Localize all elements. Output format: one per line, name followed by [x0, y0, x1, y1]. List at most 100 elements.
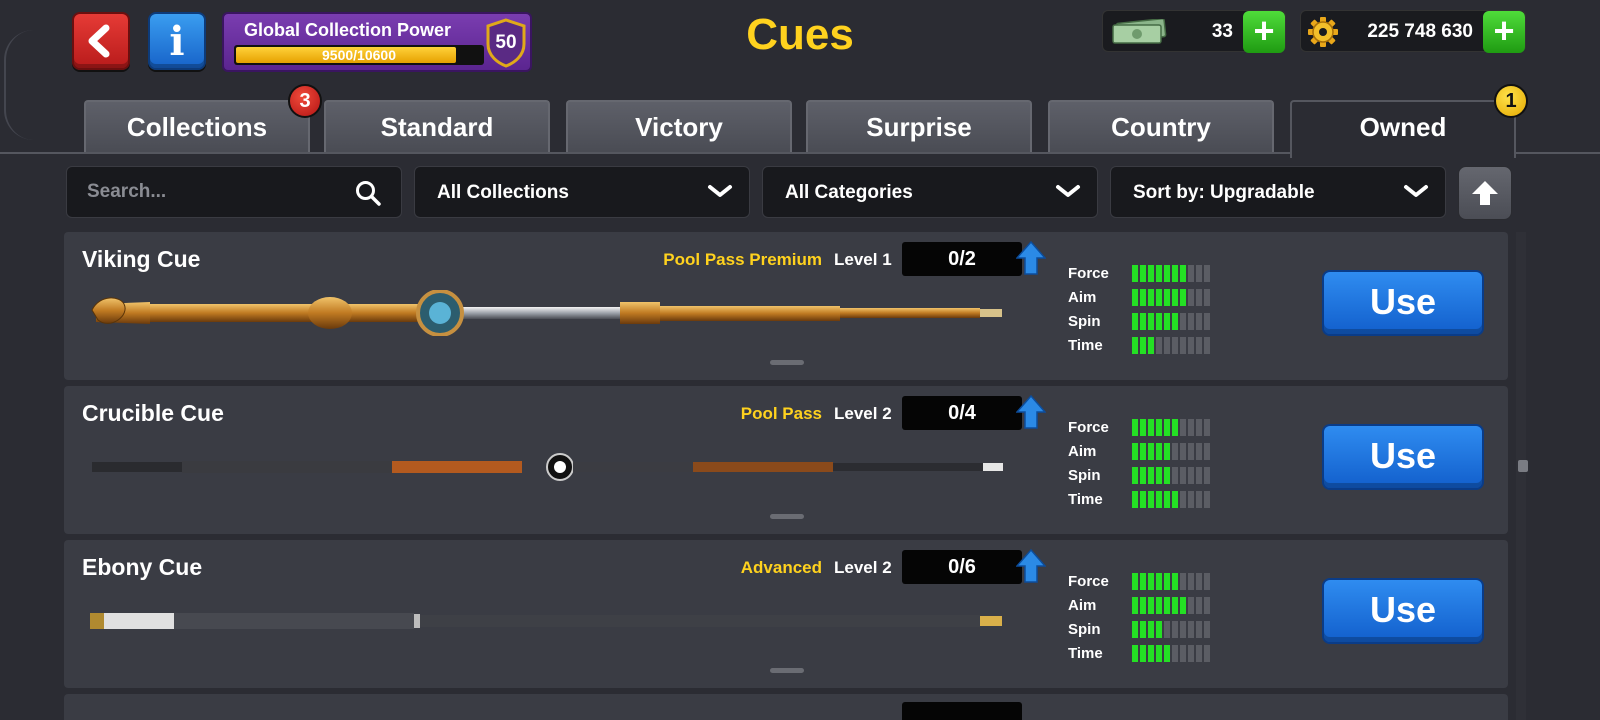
search-box — [66, 166, 402, 218]
stat-bar — [1132, 491, 1210, 508]
chevron-down-icon — [1404, 185, 1428, 197]
stat-segment — [1180, 419, 1186, 436]
stat-segment — [1188, 443, 1194, 460]
coin-counter: 225 748 630 + — [1300, 10, 1526, 53]
stat-segment — [1148, 419, 1154, 436]
sort-direction-button[interactable] — [1458, 166, 1512, 220]
tab-owned[interactable]: Owned — [1290, 100, 1516, 158]
stat-segment — [1164, 419, 1170, 436]
stat-segment — [1172, 265, 1178, 282]
categories-dropdown[interactable]: All Categories — [762, 166, 1098, 218]
add-cash-button[interactable]: + — [1243, 11, 1285, 53]
expand-handle[interactable] — [770, 514, 804, 519]
global-collection-power[interactable]: Global Collection Power 9500/10600 50 — [222, 12, 532, 72]
stat-segment — [1140, 621, 1146, 638]
stat-segment — [1180, 313, 1186, 330]
stat-label: Aim — [1068, 443, 1097, 460]
cue-card[interactable]: Ebony Cue Advanced Level 2 0/6 Force Aim — [64, 540, 1508, 688]
gcp-label: Global Collection Power — [244, 20, 452, 40]
stat-segment — [1156, 419, 1162, 436]
search-icon[interactable] — [355, 180, 381, 206]
stat-segment — [1172, 289, 1178, 306]
stat-segment — [1180, 645, 1186, 662]
upgrade-progress: 0/4 — [902, 396, 1022, 430]
stat-segment — [1148, 597, 1154, 614]
tab-standard[interactable]: Standard — [324, 100, 550, 152]
tab-label: Owned — [1359, 112, 1447, 142]
sort-dropdown-value: Sort by: Upgradable — [1133, 182, 1315, 203]
plus-icon: + — [1253, 9, 1275, 51]
tab-label: Country — [1111, 112, 1211, 142]
stat-segment — [1188, 337, 1194, 354]
stat-segment — [1196, 645, 1202, 662]
use-button[interactable]: Use — [1322, 578, 1484, 644]
stat-segment — [1188, 313, 1194, 330]
stat-segment — [1172, 491, 1178, 508]
coin-value: 225 748 630 — [1367, 21, 1473, 42]
stat-segment — [1132, 621, 1138, 638]
upgrade-arrow-icon[interactable] — [1016, 240, 1046, 276]
stat-aim: Aim — [1068, 286, 1238, 310]
scrollbar-track[interactable] — [1516, 232, 1526, 720]
cash-value: 33 — [1211, 21, 1233, 42]
stat-bar — [1132, 289, 1210, 306]
stat-segment — [1132, 443, 1138, 460]
cue-card-partial — [64, 694, 1508, 720]
stat-segment — [1204, 289, 1210, 306]
cue-card[interactable]: Viking Cue Pool Pass Premium Level 1 0/2 — [64, 232, 1508, 380]
stat-segment — [1156, 491, 1162, 508]
stat-segment — [1156, 645, 1162, 662]
upgrade-arrow-icon[interactable] — [1016, 548, 1046, 584]
cue-name: Viking Cue — [82, 246, 201, 272]
stat-segment — [1180, 597, 1186, 614]
info-icon: i — [169, 17, 185, 65]
cue-rarity: Pool Pass Premium — [663, 250, 822, 269]
upgrade-arrow-icon[interactable] — [1016, 394, 1046, 430]
expand-handle[interactable] — [770, 668, 804, 673]
plus-icon: + — [1493, 9, 1515, 51]
stat-bar — [1132, 419, 1210, 436]
stat-segment — [1172, 573, 1178, 590]
cue-stats: Force Aim Spin Time — [1068, 262, 1238, 358]
stat-segment — [1188, 645, 1194, 662]
info-button[interactable]: i — [148, 12, 206, 70]
stat-segment — [1172, 467, 1178, 484]
stat-segment — [1196, 337, 1202, 354]
use-button[interactable]: Use — [1322, 270, 1484, 336]
stat-segment — [1132, 491, 1138, 508]
tab-victory[interactable]: Victory — [566, 100, 792, 152]
stat-segment — [1188, 597, 1194, 614]
cue-card[interactable]: Crucible Cue Pool Pass Level 2 0/4 Force — [64, 386, 1508, 534]
sort-dropdown[interactable]: Sort by: Upgradable — [1110, 166, 1446, 218]
tab-label: Victory — [635, 112, 723, 142]
collections-dropdown[interactable]: All Collections — [414, 166, 750, 218]
cue-level: Level 1 — [834, 250, 892, 269]
search-input[interactable] — [87, 179, 327, 205]
stat-segment — [1172, 313, 1178, 330]
cue-stats: Force Aim Spin Time — [1068, 416, 1238, 512]
gcp-progress-text: 9500/10600 — [322, 47, 396, 63]
scrollbar-thumb[interactable] — [1518, 460, 1528, 472]
stat-label: Time — [1068, 337, 1103, 354]
stat-segment — [1140, 419, 1146, 436]
stat-segment — [1172, 597, 1178, 614]
cue-image — [90, 444, 1010, 490]
add-coins-button[interactable]: + — [1483, 11, 1525, 53]
stat-segment — [1148, 313, 1154, 330]
stat-segment — [1164, 491, 1170, 508]
tab-collections[interactable]: Collections — [84, 100, 310, 152]
stat-segment — [1204, 313, 1210, 330]
stat-segment — [1180, 467, 1186, 484]
tab-surprise[interactable]: Surprise — [806, 100, 1032, 152]
collections-notification-badge: 3 — [288, 84, 322, 118]
stat-segment — [1132, 337, 1138, 354]
use-button[interactable]: Use — [1322, 424, 1484, 490]
upgrade-progress: 0/2 — [902, 242, 1022, 276]
expand-handle[interactable] — [770, 360, 804, 365]
tab-label: Collections — [126, 112, 268, 142]
cue-name: Crucible Cue — [82, 400, 224, 426]
tab-country[interactable]: Country — [1048, 100, 1274, 152]
back-arrow-icon — [88, 24, 110, 58]
stat-segment — [1180, 621, 1186, 638]
back-button[interactable] — [72, 12, 130, 70]
